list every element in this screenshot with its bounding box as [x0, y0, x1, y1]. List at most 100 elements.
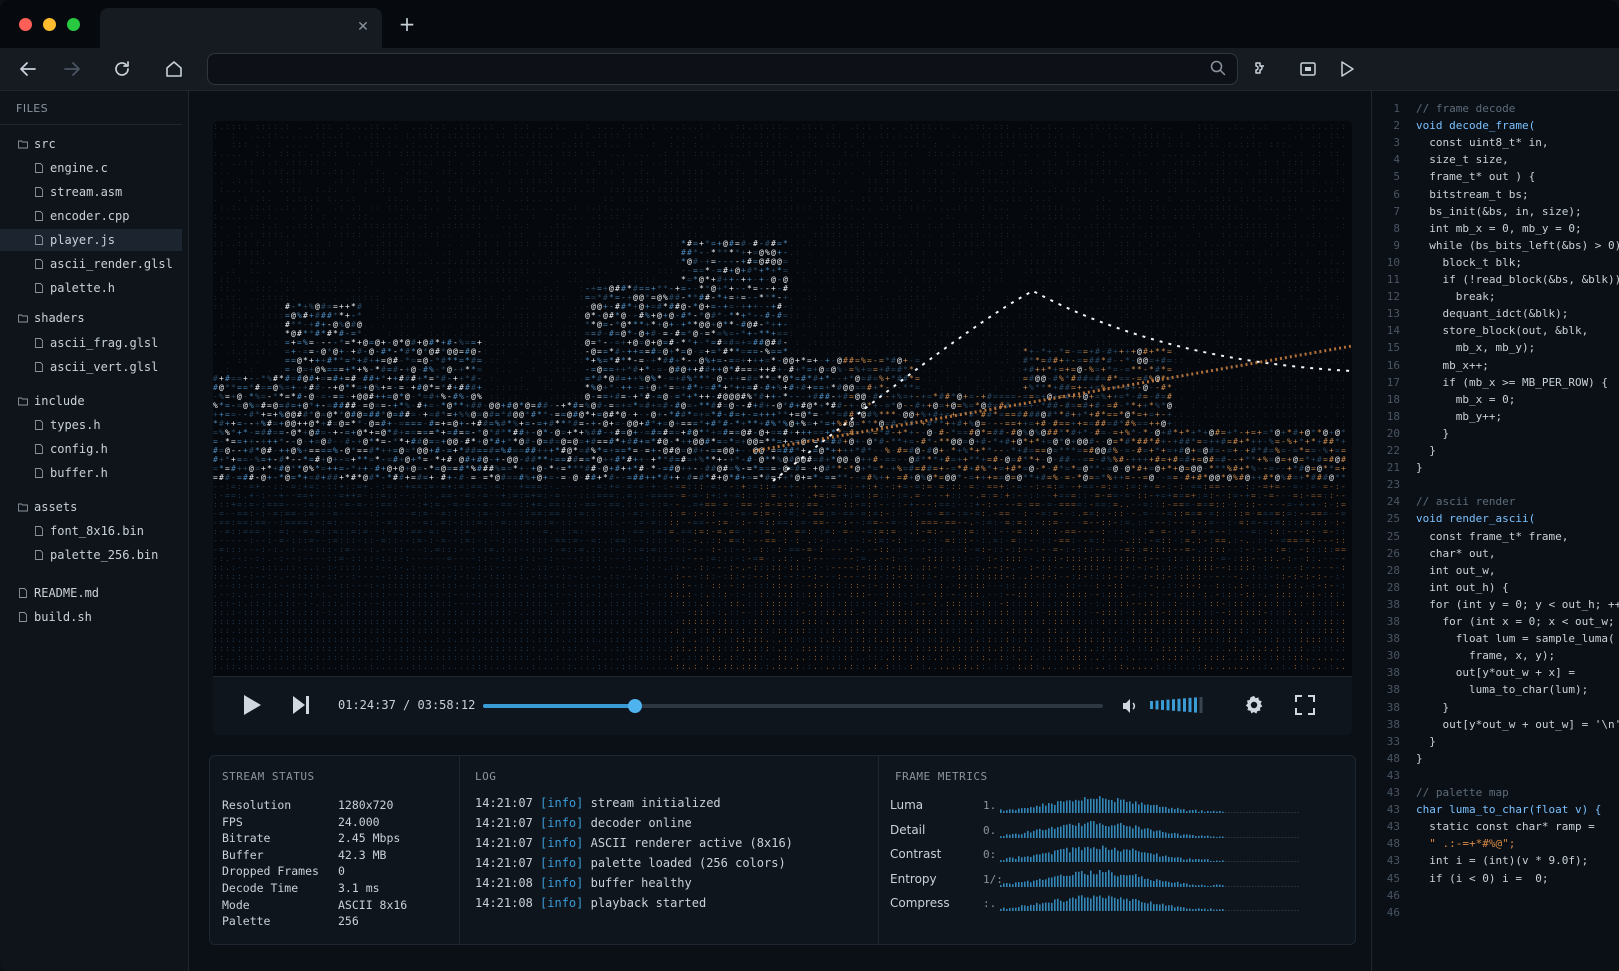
ascii-glyph: + — [771, 329, 776, 338]
close-tab-icon[interactable]: ✕ — [354, 18, 372, 36]
ascii-glyph: - — [759, 284, 764, 293]
reader-icon[interactable] — [1296, 57, 1320, 81]
ascii-glyph: . — [1119, 131, 1124, 140]
folder-item[interactable]: src — [0, 133, 182, 155]
ascii-glyph: : — [1005, 329, 1010, 338]
search-icon[interactable] — [1209, 59, 1227, 77]
play-icon[interactable] — [1334, 57, 1358, 81]
ascii-glyph: . — [993, 167, 998, 176]
file-item[interactable]: encoder.cpp — [0, 205, 182, 227]
ascii-glyph: - — [393, 347, 398, 356]
maximize-window-button[interactable] — [67, 18, 80, 31]
ascii-glyph: . — [1179, 275, 1184, 284]
ascii-glyph: : — [513, 392, 518, 401]
ascii-glyph: - — [1113, 356, 1118, 365]
ascii-glyph: : — [1179, 212, 1184, 221]
ascii-glyph: = — [321, 374, 326, 383]
ascii-glyph: # — [1155, 365, 1160, 374]
ascii-glyph: : — [927, 221, 932, 230]
file-item[interactable]: font_8x16.bin — [0, 520, 182, 542]
home-icon[interactable] — [162, 57, 186, 81]
ascii-glyph: : — [795, 248, 800, 257]
ascii-glyph: : — [513, 239, 518, 248]
file-item[interactable]: ascii_frag.glsl — [0, 332, 182, 354]
ascii-glyph: : — [1101, 158, 1106, 167]
file-item[interactable]: config.h — [0, 438, 182, 460]
ascii-glyph: = — [777, 347, 782, 356]
ascii-glyph: : — [447, 248, 452, 257]
ascii-glyph: : — [579, 293, 584, 302]
close-window-button[interactable] — [19, 18, 32, 31]
ascii-glyph: : — [675, 212, 680, 221]
ascii-glyph: . — [885, 248, 890, 257]
ascii-glyph: : — [1251, 140, 1256, 149]
folder-item[interactable]: assets — [0, 496, 182, 518]
ascii-glyph: : — [459, 122, 464, 131]
file-item[interactable]: ascii_vert.glsl — [0, 356, 182, 378]
ascii-glyph: . — [219, 221, 224, 230]
ascii-glyph: . — [1035, 194, 1040, 203]
ascii-glyph: . — [1095, 149, 1100, 158]
ascii-glyph: = — [327, 401, 332, 410]
file-item[interactable]: palette_256.bin — [0, 544, 182, 566]
ascii-glyph: : — [1335, 293, 1340, 302]
ascii-glyph: : — [1053, 149, 1058, 158]
ascii-glyph: # — [837, 401, 842, 410]
video-frame[interactable]: :.::::::::.:.:::.:...::..:...:.:.::..::.… — [213, 121, 1352, 676]
browser-tab[interactable]: ✕ — [100, 8, 382, 48]
ascii-glyph: : — [399, 320, 404, 329]
ascii-glyph: + — [747, 248, 752, 257]
ascii-glyph: : — [837, 158, 842, 167]
ascii-glyph: : — [975, 383, 980, 392]
ascii-glyph: @ — [369, 401, 374, 410]
ascii-glyph: : — [1101, 176, 1106, 185]
file-item[interactable]: buffer.h — [0, 462, 182, 484]
ascii-glyph: . — [789, 248, 794, 257]
file-item[interactable]: README.md — [0, 582, 182, 604]
file-item[interactable]: palette.h — [0, 277, 182, 299]
reload-icon[interactable] — [110, 57, 134, 81]
file-item[interactable]: ascii_render.glsl — [0, 253, 182, 275]
ascii-glyph: . — [1161, 149, 1166, 158]
folder-item[interactable]: include — [0, 390, 182, 412]
ascii-glyph: . — [333, 230, 338, 239]
ascii-glyph: @ — [597, 365, 602, 374]
ascii-glyph: . — [885, 257, 890, 266]
ascii-glyph: . — [1245, 392, 1250, 401]
new-tab-icon[interactable]: + — [397, 14, 417, 34]
ascii-glyph: : — [1167, 194, 1172, 203]
forward-icon[interactable] — [60, 57, 84, 81]
file-item[interactable]: build.sh — [0, 606, 182, 628]
ascii-glyph: . — [369, 212, 374, 221]
file-item[interactable]: engine.c — [0, 157, 182, 179]
file-item[interactable]: player.js — [0, 229, 182, 251]
ascii-glyph: . — [1173, 311, 1178, 320]
ascii-glyph: : — [483, 338, 488, 347]
ascii-glyph: : — [477, 149, 482, 158]
file-item[interactable]: stream.asm — [0, 181, 182, 203]
folder-item[interactable]: shaders — [0, 307, 182, 329]
back-icon[interactable] — [16, 57, 40, 81]
ascii-glyph: : — [1287, 122, 1292, 131]
ascii-glyph: # — [789, 383, 794, 392]
ascii-glyph: : — [825, 140, 830, 149]
ascii-glyph: . — [369, 239, 374, 248]
file-item[interactable]: types.h — [0, 414, 182, 436]
ascii-glyph: : — [285, 122, 290, 131]
ascii-glyph: : — [651, 176, 656, 185]
ascii-glyph: . — [735, 131, 740, 140]
ascii-glyph: : — [951, 185, 956, 194]
ascii-glyph: . — [1179, 149, 1184, 158]
ascii-glyph: . — [1083, 230, 1088, 239]
extensions-icon[interactable] — [1248, 57, 1272, 81]
url-bar[interactable] — [207, 53, 1238, 85]
ascii-glyph: + — [729, 275, 734, 284]
ascii-glyph: # — [315, 329, 320, 338]
ascii-glyph: : — [765, 140, 770, 149]
ascii-glyph: . — [531, 257, 536, 266]
ascii-glyph: + — [1059, 356, 1064, 365]
minimize-window-button[interactable] — [43, 18, 56, 31]
ascii-glyph: @ — [699, 356, 704, 365]
ascii-glyph: . — [1215, 329, 1220, 338]
ascii-glyph: . — [849, 212, 854, 221]
